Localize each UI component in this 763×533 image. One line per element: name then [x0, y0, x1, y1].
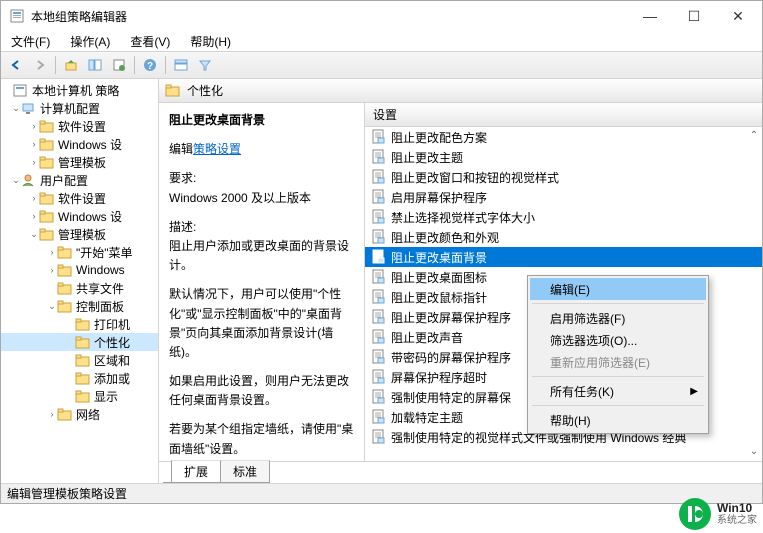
desc-para2: 如果启用此设置，则用户无法更改任何桌面背景设置。 [169, 372, 354, 410]
tree-network[interactable]: ›网络 [1, 405, 158, 423]
tree-comp-windows[interactable]: ›Windows 设 [1, 135, 158, 153]
menu-edit[interactable]: 编辑(E) [530, 278, 706, 300]
category-title: 个性化 [187, 82, 223, 99]
list-item[interactable]: 阻止更改桌面背景 [365, 247, 762, 267]
menu-filter-options[interactable]: 筛选器选项(O)... [530, 329, 706, 351]
tree-windows-comp[interactable]: ›Windows [1, 261, 158, 279]
tree-shared[interactable]: 共享文件 [1, 279, 158, 297]
list-item[interactable]: 阻止更改颜色和外观 [365, 227, 762, 247]
submenu-arrow-icon: ▶ [690, 386, 698, 397]
category-header: 个性化 [159, 79, 762, 103]
help-button[interactable]: ? [139, 54, 161, 76]
minimize-button[interactable]: — [628, 2, 672, 30]
tab-standard[interactable]: 标准 [220, 460, 270, 483]
scroll-up-icon[interactable]: ⌃ [748, 129, 760, 141]
menu-reapply-filter: 重新应用筛选器(E) [530, 351, 706, 373]
description-pane: 阻止更改桌面背景 编辑策略设置 要求: Windows 2000 及以上版本 描… [159, 103, 365, 461]
req-value: Windows 2000 及以上版本 [169, 189, 354, 208]
folder-icon [57, 246, 73, 259]
close-button[interactable]: ✕ [716, 2, 760, 30]
list-item[interactable]: 禁止选择视觉样式字体大小 [365, 207, 762, 227]
folder-icon [39, 192, 55, 205]
menu-all-tasks[interactable]: 所有任务(K)▶ [530, 380, 706, 402]
user-icon [21, 174, 37, 187]
tree-user-config[interactable]: ⌄用户配置 [1, 171, 158, 189]
back-button[interactable] [5, 54, 27, 76]
folder-icon [75, 390, 91, 403]
folder-icon [75, 372, 91, 385]
folder-icon [57, 408, 73, 421]
desc-para3: 若要为某个组指定墙纸，请使用"桌面墙纸"设置。 [169, 420, 354, 458]
folder-icon [39, 228, 55, 241]
folder-icon [39, 138, 55, 151]
tree-user-software[interactable]: ›软件设置 [1, 189, 158, 207]
folder-icon [57, 282, 73, 295]
folder-icon [57, 300, 73, 313]
tree-comp-software[interactable]: ›软件设置 [1, 117, 158, 135]
toolbar: ? [1, 51, 762, 79]
tree-personalization[interactable]: 个性化 [1, 333, 158, 351]
computer-icon [21, 102, 37, 115]
view-button[interactable] [170, 54, 192, 76]
folder-icon [39, 120, 55, 133]
folder-icon [57, 264, 73, 277]
scroll-down-icon[interactable]: ⌄ [748, 445, 760, 457]
properties-button[interactable] [108, 54, 130, 76]
view-tabs: 扩展 标准 [159, 461, 762, 483]
menu-action[interactable]: 操作(A) [66, 33, 114, 50]
folder-icon [39, 210, 55, 223]
folder-icon [39, 156, 55, 169]
policy-root-icon [13, 84, 29, 97]
tree-regional[interactable]: 区域和 [1, 351, 158, 369]
tree-add-or[interactable]: 添加或 [1, 369, 158, 387]
context-menu: 编辑(E) 启用筛选器(F) 筛选器选项(O)... 重新应用筛选器(E) 所有… [527, 275, 709, 434]
tab-extended[interactable]: 扩展 [171, 460, 221, 483]
watermark: Win10 系统之家 [678, 497, 757, 531]
maximize-button[interactable]: ☐ [672, 2, 716, 30]
desc-text: 阻止用户添加或更改桌面的背景设计。 [169, 237, 354, 275]
tree-comp-admin[interactable]: ›管理模板 [1, 153, 158, 171]
menu-file[interactable]: 文件(F) [7, 33, 54, 50]
watermark-logo-icon [678, 497, 712, 531]
policy-title: 阻止更改桌面背景 [169, 111, 354, 130]
list-item[interactable]: 阻止更改窗口和按钮的视觉样式 [365, 167, 762, 187]
show-hide-button[interactable] [84, 54, 106, 76]
tree-user-admin[interactable]: ⌄管理模板 [1, 225, 158, 243]
filter-button[interactable] [194, 54, 216, 76]
list-column-header[interactable]: 设置 [365, 103, 762, 127]
tree-pane[interactable]: 本地计算机 策略 ⌄计算机配置 ›软件设置 ›Windows 设 ›管理模板 ⌄… [1, 79, 159, 483]
folder-icon [75, 336, 91, 349]
menu-enable-filter[interactable]: 启用筛选器(F) [530, 307, 706, 329]
svg-text:?: ? [147, 61, 153, 72]
up-button[interactable] [60, 54, 82, 76]
desc-para1: 默认情况下，用户可以使用"个性化"或"显示控制面板"中的"桌面背景"页向其桌面添… [169, 285, 354, 362]
titlebar[interactable]: 本地组策略编辑器 — ☐ ✕ [1, 1, 762, 31]
edit-policy-link[interactable]: 策略设置 [193, 142, 241, 156]
tree-printer[interactable]: 打印机 [1, 315, 158, 333]
desc-label: 描述: [169, 218, 354, 237]
req-label: 要求: [169, 169, 354, 188]
app-icon [9, 8, 25, 24]
menu-help[interactable]: 帮助(H) [186, 33, 235, 50]
tree-user-windows[interactable]: ›Windows 设 [1, 207, 158, 225]
statusbar: 编辑管理模板策略设置 [1, 483, 762, 503]
forward-button[interactable] [29, 54, 51, 76]
folder-icon [75, 354, 91, 367]
tree-control-panel[interactable]: ⌄控制面板 [1, 297, 158, 315]
tree-computer-config[interactable]: ⌄计算机配置 [1, 99, 158, 117]
menubar: 文件(F) 操作(A) 查看(V) 帮助(H) [1, 31, 762, 51]
tree-start-menu[interactable]: ›"开始"菜单 [1, 243, 158, 261]
window-title: 本地组策略编辑器 [31, 8, 628, 25]
list-item[interactable]: 阻止更改配色方案 [365, 127, 762, 147]
list-item[interactable]: 启用屏幕保护程序 [365, 187, 762, 207]
folder-icon [165, 84, 181, 97]
tree-display[interactable]: 显示 [1, 387, 158, 405]
folder-icon [75, 318, 91, 331]
menu-view[interactable]: 查看(V) [126, 33, 174, 50]
status-text: 编辑管理模板策略设置 [7, 485, 127, 502]
list-item[interactable]: 阻止更改主题 [365, 147, 762, 167]
tree-root[interactable]: 本地计算机 策略 [1, 81, 158, 99]
menu-help[interactable]: 帮助(H) [530, 409, 706, 431]
